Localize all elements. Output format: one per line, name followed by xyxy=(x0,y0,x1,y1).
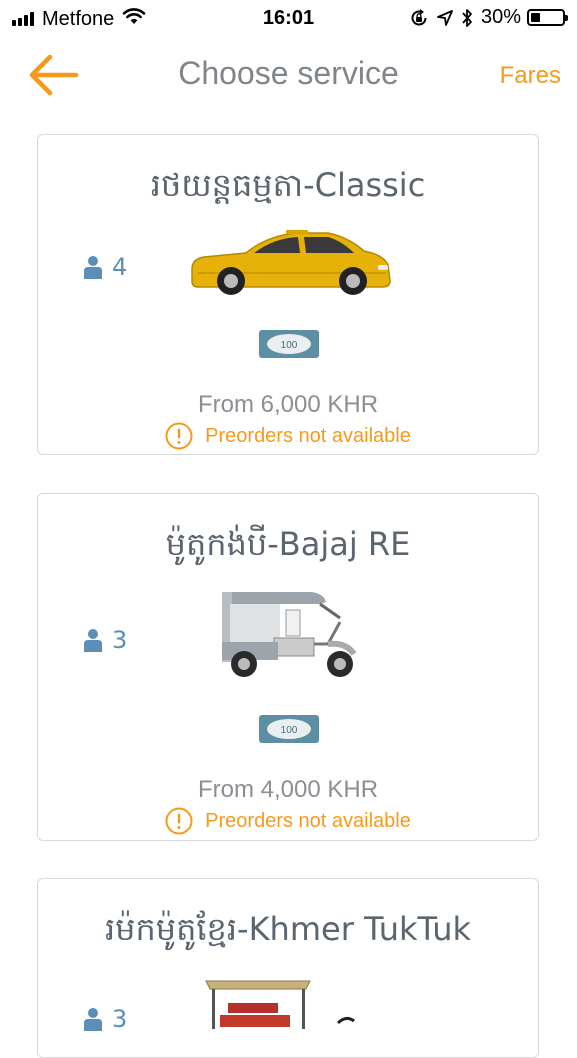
battery-icon xyxy=(527,9,568,26)
capacity-count: 3 xyxy=(112,1005,128,1033)
service-name: ម៉ូតូកង់បី-Bajaj RE xyxy=(165,525,411,563)
fares-button[interactable]: Fares xyxy=(500,62,561,90)
warning-icon xyxy=(165,807,193,835)
cash-icon: 100 xyxy=(258,714,320,744)
carrier-name: Metfone xyxy=(42,7,115,30)
rotation-lock-icon xyxy=(409,8,429,28)
preorder-text: Preorders not available xyxy=(205,424,411,447)
preorder-status: Preorders not available xyxy=(38,422,538,450)
service-name: រម៉កម៉ូតូខ្មែរ-Khmer TukTuk xyxy=(104,910,472,948)
wifi-icon xyxy=(122,7,146,31)
service-card-tuktuk[interactable]: រម៉កម៉ូតូខ្មែរ-Khmer TukTuk 3 xyxy=(37,878,539,1058)
signal-icon xyxy=(12,12,36,26)
cash-note-value: 100 xyxy=(281,340,298,351)
page-title: Choose service xyxy=(178,55,399,91)
capacity-count: 3 xyxy=(112,626,128,654)
service-card-classic[interactable]: រថយន្តធម្មតា-Classic 4 100 From 6,000 KH… xyxy=(37,134,539,455)
cash-icon: 100 xyxy=(258,329,320,359)
bluetooth-icon xyxy=(461,8,473,28)
car-icon xyxy=(188,229,392,303)
battery-percent: 30% xyxy=(480,6,521,28)
rickshaw-icon xyxy=(216,588,362,688)
preorder-status: Preorders not available xyxy=(38,807,538,835)
warning-icon xyxy=(165,422,193,450)
fare-text: From 4,000 KHR xyxy=(197,776,379,803)
capacity-count: 4 xyxy=(112,253,128,281)
status-bar: Metfone 16:01 30% xyxy=(0,0,577,38)
person-icon xyxy=(82,1007,104,1031)
cash-note-value: 100 xyxy=(281,725,298,736)
nav-bar: Choose service Fares xyxy=(0,40,577,110)
person-icon xyxy=(82,255,104,279)
preorder-text: Preorders not available xyxy=(205,809,411,832)
location-icon xyxy=(437,9,453,26)
fare-text: From 6,000 KHR xyxy=(197,391,379,418)
service-card-bajaj[interactable]: ម៉ូតូកង់បី-Bajaj RE 3 100 From 4,000 KHR xyxy=(37,493,539,841)
arrow-left-icon xyxy=(29,54,79,96)
service-name: រថយន្តធម្មតា-Classic xyxy=(150,166,426,204)
person-icon xyxy=(82,628,104,652)
capacity-info: 3 xyxy=(82,626,127,654)
capacity-info: 4 xyxy=(82,253,127,281)
capacity-info: 3 xyxy=(82,1005,127,1033)
tuktuk-icon xyxy=(198,975,368,1039)
back-button[interactable] xyxy=(26,52,80,98)
